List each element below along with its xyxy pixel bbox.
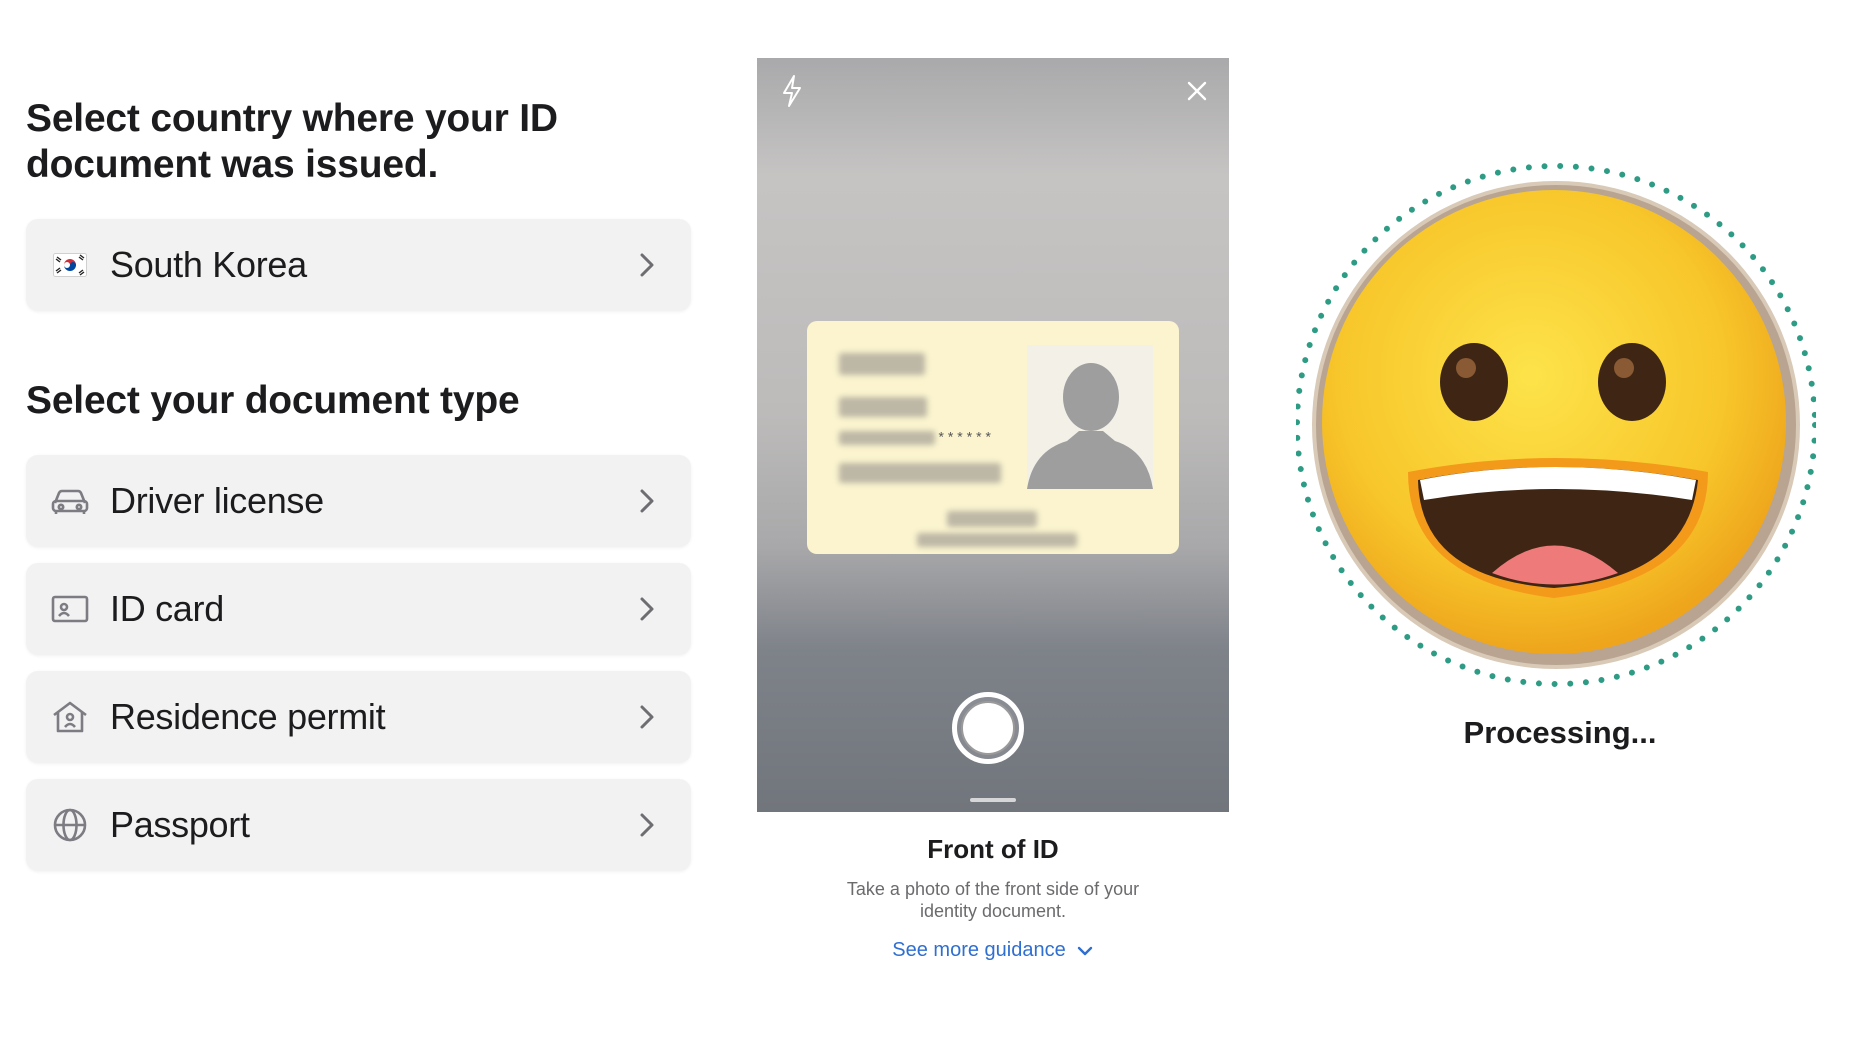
option-residence-permit[interactable]: Residence permit xyxy=(26,671,691,763)
chevron-right-icon xyxy=(640,489,654,513)
option-driver-license[interactable]: Driver license xyxy=(26,455,691,547)
bottom-sheet: Front of ID Take a photo of the front si… xyxy=(757,812,1229,992)
grinning-face-emoji xyxy=(1322,190,1786,654)
country-selector[interactable]: South Korea xyxy=(26,219,691,311)
option-label: Residence permit xyxy=(110,696,386,737)
camera-view: ****** xyxy=(757,58,1229,848)
option-label: Driver license xyxy=(110,480,324,521)
shutter-button[interactable] xyxy=(952,692,1024,764)
id-photo-silhouette xyxy=(1027,345,1153,489)
flash-icon[interactable] xyxy=(779,74,805,108)
chevron-down-icon xyxy=(1077,946,1092,955)
chevron-right-icon xyxy=(640,813,654,837)
blurred-text xyxy=(839,463,1001,483)
chevron-right-icon xyxy=(640,705,654,729)
blurred-text xyxy=(839,397,927,417)
south-korea-flag-icon xyxy=(48,243,92,287)
car-icon xyxy=(48,479,92,523)
blurred-text xyxy=(947,511,1037,527)
processing-indicator xyxy=(1296,163,1816,687)
document-selection-panel: Select country where your ID document wa… xyxy=(26,0,691,1048)
blurred-text xyxy=(839,431,935,445)
processing-status: Processing... xyxy=(1463,715,1657,750)
blurred-text xyxy=(917,533,1077,547)
id-card-preview: ****** xyxy=(807,321,1179,554)
chevron-right-icon xyxy=(640,253,654,277)
sheet-title: Front of ID xyxy=(927,834,1059,864)
masked-number: ****** xyxy=(937,431,994,447)
document-type-heading: Select your document type xyxy=(26,379,520,422)
option-label: Passport xyxy=(110,804,250,845)
guidance-label: See more guidance xyxy=(892,939,1066,961)
country-heading: Select country where your ID document wa… xyxy=(26,97,558,186)
option-label: ID card xyxy=(110,588,224,629)
sheet-subtitle: Take a photo of the front side of your i… xyxy=(846,879,1140,921)
option-passport[interactable]: Passport xyxy=(26,779,691,871)
option-id-card[interactable]: ID card xyxy=(26,563,691,655)
chevron-right-icon xyxy=(640,597,654,621)
house-icon xyxy=(48,695,92,739)
globe-icon xyxy=(48,803,92,847)
sheet-handle[interactable] xyxy=(970,798,1016,802)
blurred-text xyxy=(839,353,925,375)
close-icon[interactable] xyxy=(1184,78,1210,104)
id-card-icon xyxy=(48,587,92,631)
see-more-guidance-link[interactable]: See more guidance xyxy=(757,939,1229,962)
selected-country-label: South Korea xyxy=(110,244,307,285)
